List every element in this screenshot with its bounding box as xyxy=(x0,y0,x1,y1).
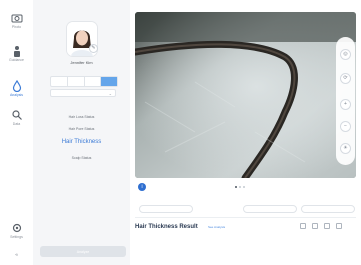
camera-icon xyxy=(11,14,22,23)
pager-dot[interactable] xyxy=(235,186,237,188)
info-icon[interactable]: i xyxy=(138,183,146,191)
nav-item-label: Guidance xyxy=(9,58,24,62)
analyze-button[interactable]: Analyze xyxy=(40,246,126,257)
nav-item-label: Analysis xyxy=(9,93,24,97)
action-buttons xyxy=(135,205,356,214)
segment-option[interactable] xyxy=(85,77,102,86)
more-icon[interactable] xyxy=(336,223,342,229)
zoom-in-icon[interactable]: + xyxy=(340,99,351,110)
nav-item-label: Photo xyxy=(11,25,22,29)
segment-option[interactable] xyxy=(51,77,68,86)
action-button[interactable] xyxy=(139,205,193,213)
pager-dot[interactable] xyxy=(239,186,241,188)
segment-option-selected[interactable] xyxy=(101,77,117,86)
search-icon xyxy=(11,110,22,120)
camera-controls: ◎ ⟳ + − ☀ xyxy=(336,37,355,165)
nav-item-data[interactable]: Data xyxy=(0,109,33,126)
action-button[interactable] xyxy=(301,205,355,213)
segmented-control xyxy=(50,76,118,87)
nav-item-settings[interactable]: Settings xyxy=(0,222,33,239)
menu-item-hair-pore[interactable]: Hair Pore Status xyxy=(33,127,130,131)
segment-option[interactable] xyxy=(68,77,85,86)
menu-item-hair-loss[interactable]: Hair Loss Status xyxy=(33,115,130,119)
logout-icon[interactable]: ⟲ xyxy=(0,253,33,257)
hair-close-up-image xyxy=(135,12,356,178)
gear-icon xyxy=(12,223,21,233)
image-pager[interactable] xyxy=(235,186,245,188)
nav-item-analysis[interactable]: Analysis xyxy=(0,80,33,97)
action-button[interactable] xyxy=(243,205,297,213)
result-actions xyxy=(300,223,342,229)
chevron-down-icon: ⌄ xyxy=(108,91,112,96)
nav-item-guidance[interactable]: Guidance xyxy=(0,45,33,62)
result-link[interactable]: See Analysis xyxy=(208,225,225,229)
main-area: ◎ ⟳ + − ☀ i Hair Thickness Result See An… xyxy=(130,0,361,265)
microscope-image: ◎ ⟳ + − ☀ xyxy=(135,12,356,178)
light-icon[interactable]: ☀ xyxy=(340,143,351,154)
viewer-toolbar: i xyxy=(135,180,356,196)
menu-item-scalp-status[interactable]: Scalp Status xyxy=(33,156,130,160)
person-icon xyxy=(13,46,20,57)
edit-avatar-icon[interactable]: ✎ xyxy=(90,45,97,52)
divider xyxy=(135,217,356,218)
droplet-icon xyxy=(12,80,21,92)
left-nav: Photo Guidance Analysis Data Settings ⟲ xyxy=(0,0,34,265)
share-icon[interactable] xyxy=(300,223,306,229)
user-name: Jennifer Kim xyxy=(70,60,93,65)
zoom-out-icon[interactable]: − xyxy=(340,121,351,132)
menu-item-hair-thickness[interactable]: Hair Thickness xyxy=(33,139,130,145)
download-icon[interactable] xyxy=(324,223,330,229)
camera-switch-icon[interactable]: ⟳ xyxy=(340,73,351,84)
result-title: Hair Thickness Result xyxy=(135,224,198,230)
pager-dot[interactable] xyxy=(243,186,245,188)
profile-panel: ✎ Jennifer Kim ⌄ Hair Loss Status Hair P… xyxy=(33,0,130,265)
nav-item-label: Data xyxy=(12,122,21,126)
nav-item-label: Settings xyxy=(10,235,23,239)
print-icon[interactable] xyxy=(312,223,318,229)
nav-item-photo[interactable]: Photo xyxy=(0,12,33,29)
capture-icon[interactable]: ◎ xyxy=(340,49,351,60)
select-dropdown[interactable]: ⌄ xyxy=(50,89,116,97)
